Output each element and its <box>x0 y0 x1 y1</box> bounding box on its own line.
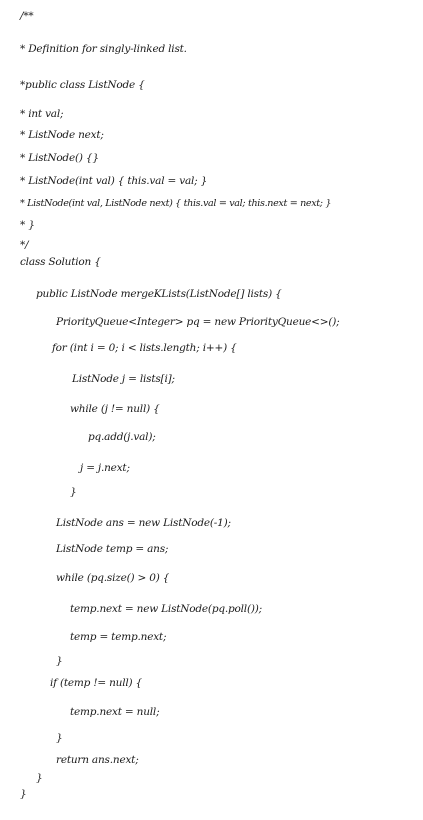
code-line: } <box>56 655 63 667</box>
code-line: } <box>56 732 63 744</box>
code-line: } <box>70 486 77 498</box>
code-line: for (int i = 0; i < lists.length; i++) { <box>52 342 237 354</box>
code-line: */ <box>20 239 29 251</box>
code-line: if (temp != null) { <box>50 677 143 689</box>
code-line: * int val; <box>20 108 64 120</box>
code-line: class Solution { <box>20 256 101 268</box>
code-line: * ListNode next; <box>20 129 104 141</box>
code-line: j = j.next; <box>80 462 130 474</box>
code-line: ListNode ans = new ListNode(-1); <box>56 517 231 529</box>
code-line: * ListNode(int val) { this.val = val; } <box>20 175 208 187</box>
code-line: while (j != null) { <box>70 403 160 415</box>
code-line: *public class ListNode { <box>20 79 145 91</box>
code-line: temp = temp.next; <box>70 631 167 643</box>
code-line: * ListNode(int val, ListNode next) { thi… <box>20 198 332 209</box>
code-line: } <box>36 772 43 784</box>
code-line: * } <box>20 219 35 231</box>
code-line: temp.next = new ListNode(pq.poll()); <box>70 603 262 615</box>
code-line: public ListNode mergeKLists(ListNode[] l… <box>36 288 282 300</box>
code-line: ListNode temp = ans; <box>56 543 169 555</box>
code-line: * ListNode() {} <box>20 152 99 164</box>
code-line: /** <box>20 10 34 22</box>
code-line: pq.add(j.val); <box>88 431 156 443</box>
handwritten-code-page: /** * Definition for singly-linked list.… <box>0 0 423 820</box>
code-line: temp.next = null; <box>70 706 160 718</box>
code-line: * Definition for singly-linked list. <box>20 43 187 55</box>
code-line: while (pq.size() > 0) { <box>56 572 170 584</box>
code-line: ListNode j = lists[i]; <box>72 373 175 385</box>
code-line: } <box>20 788 27 800</box>
code-line: PriorityQueue<Integer> pq = new Priority… <box>56 316 340 328</box>
code-line: return ans.next; <box>56 754 139 766</box>
